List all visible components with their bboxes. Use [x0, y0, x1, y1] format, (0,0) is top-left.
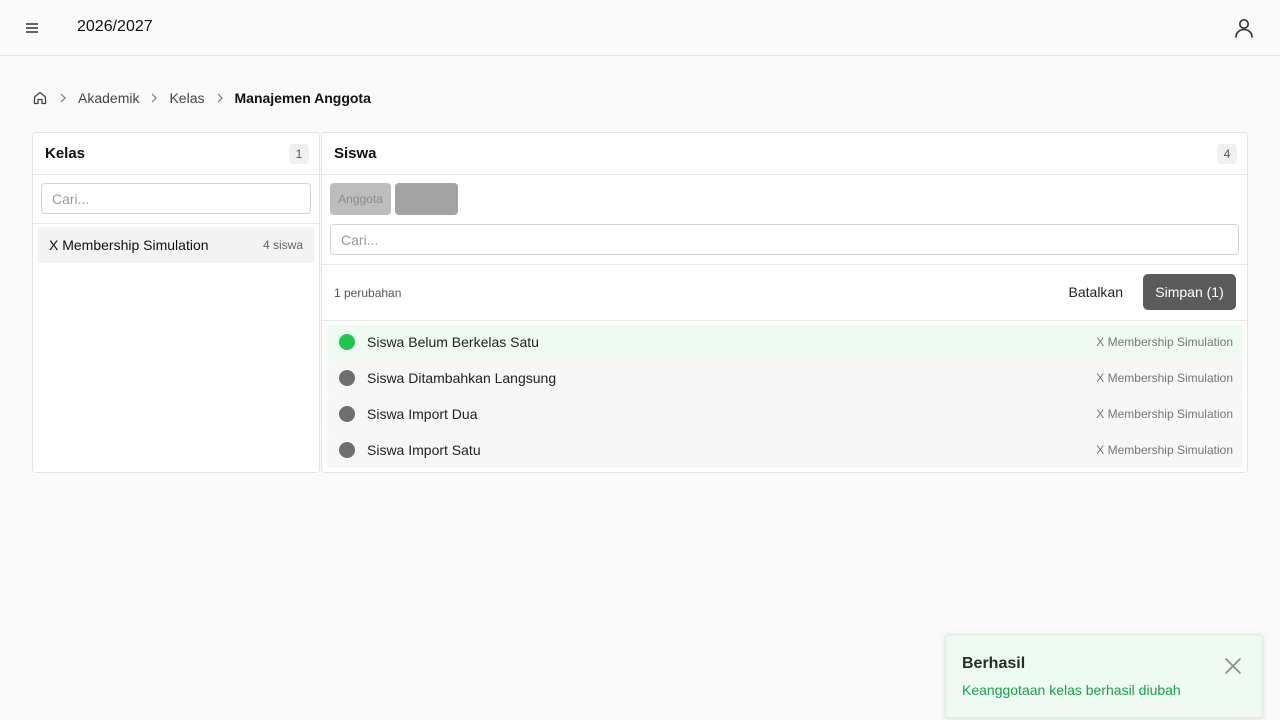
changes-bar: 1 perubahan Batalkan Simpan (1)	[322, 265, 1247, 321]
user-icon[interactable]	[1232, 16, 1256, 40]
success-toast: Berhasil Keanggotaan kelas berhasil diub…	[945, 634, 1263, 718]
top-bar: 2026/2027	[0, 0, 1280, 56]
toast-title: Berhasil	[962, 655, 1026, 672]
student-name: Siswa Belum Berkelas Satu	[367, 334, 539, 350]
pending-changes-text: 1 perubahan	[334, 286, 402, 300]
chevron-right-icon	[55, 90, 71, 106]
class-item-count: 4 siswa	[262, 238, 303, 252]
toast-message: Keanggotaan kelas berhasil diubah	[962, 682, 1181, 698]
student-name: Siswa Import Dua	[367, 406, 478, 422]
breadcrumb: Akademik Kelas Manajemen Anggota	[32, 88, 371, 108]
student-panel-title: Siswa	[334, 145, 377, 162]
academic-year-title: 2026/2027	[77, 18, 153, 35]
breadcrumb-current: Manajemen Anggota	[234, 90, 371, 106]
class-count-badge: 1	[289, 144, 309, 164]
student-tabs: Anggota	[322, 175, 1247, 224]
chevron-right-icon	[212, 90, 228, 106]
status-dot	[339, 370, 355, 386]
student-list: Siswa Belum Berkelas Satu X Membership S…	[327, 324, 1243, 468]
student-search-input[interactable]	[330, 224, 1239, 255]
class-panel-title: Kelas	[45, 145, 86, 162]
list-item[interactable]: Siswa Import Satu X Membership Simulatio…	[327, 432, 1243, 468]
student-class: X Membership Simulation	[1096, 371, 1233, 385]
class-list-item[interactable]: X Membership Simulation 4 siswa	[37, 227, 315, 263]
student-class: X Membership Simulation	[1096, 407, 1233, 421]
list-item[interactable]: Siswa Import Dua X Membership Simulation	[327, 396, 1243, 432]
status-dot	[339, 442, 355, 458]
student-panel: Siswa 4 Anggota 1 perubahan Batalkan Sim…	[321, 132, 1248, 473]
close-icon[interactable]	[1224, 657, 1242, 675]
chevron-right-icon	[146, 90, 162, 106]
breadcrumb-kelas[interactable]: Kelas	[169, 90, 204, 106]
student-name: Siswa Ditambahkan Langsung	[367, 370, 557, 386]
status-dot	[339, 334, 355, 350]
tab-non-members[interactable]	[395, 183, 458, 215]
student-search-wrap	[322, 224, 1247, 265]
student-class: X Membership Simulation	[1096, 335, 1233, 349]
tab-anggota[interactable]: Anggota	[330, 183, 391, 215]
student-count-badge: 4	[1217, 144, 1237, 164]
hamburger-icon[interactable]	[22, 18, 42, 38]
breadcrumb-akademik[interactable]: Akademik	[78, 90, 139, 106]
class-panel: Kelas 1 X Membership Simulation 4 siswa	[32, 132, 320, 473]
save-button[interactable]: Simpan (1)	[1143, 274, 1236, 310]
home-icon[interactable]	[32, 90, 48, 106]
class-search-input[interactable]	[41, 183, 311, 214]
student-name: Siswa Import Satu	[367, 442, 481, 458]
student-panel-header: Siswa 4	[322, 133, 1247, 175]
student-class: X Membership Simulation	[1096, 443, 1233, 457]
class-search-wrap	[33, 175, 319, 224]
status-dot	[339, 406, 355, 422]
list-item[interactable]: Siswa Belum Berkelas Satu X Membership S…	[327, 324, 1243, 360]
class-item-name: X Membership Simulation	[49, 237, 209, 253]
list-item[interactable]: Siswa Ditambahkan Langsung X Membership …	[327, 360, 1243, 396]
class-panel-header: Kelas 1	[33, 133, 319, 175]
cancel-button[interactable]: Batalkan	[1059, 274, 1133, 310]
